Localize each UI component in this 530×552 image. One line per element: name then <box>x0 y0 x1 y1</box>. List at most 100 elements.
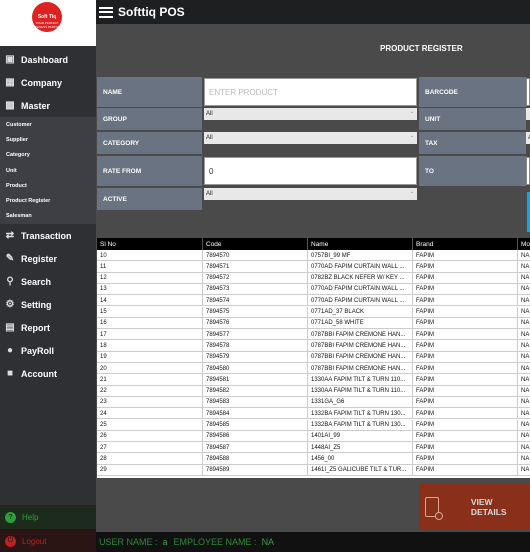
column-header-code[interactable]: Code <box>203 238 308 250</box>
master-submenu: Customer Supplier Category Unit Product … <box>0 117 96 225</box>
cell-code: 7894579 <box>203 351 308 363</box>
cell-sl-no: 29 <box>97 464 203 476</box>
cell-brand: FAPIM <box>413 408 518 420</box>
cell-sl-no: 23 <box>97 396 203 408</box>
table-row[interactable]: 23 7894583 1331GA_G6 FAPIM NA <box>97 396 530 409</box>
cell-sl-no: 12 <box>97 272 203 284</box>
cell-sl-no: 21 <box>97 374 203 386</box>
sidebar-item-company[interactable]: ▦ Company <box>0 71 96 94</box>
group-label: GROUP <box>97 108 202 130</box>
logout-button[interactable]: ⏻ Logout <box>0 529 96 552</box>
cell-code: 7894576 <box>203 317 308 329</box>
table-row[interactable]: 10 7894570 0757BI_99 MF FAPIM NA <box>97 250 530 262</box>
table-row[interactable]: 16 7894576 0771AD_58 WHITE FAPIM NA <box>97 317 530 330</box>
table-row[interactable]: 24 7894584 1332BA FAPIM TILT & TURN 130...… <box>97 408 530 420</box>
tax-label: TAX <box>419 132 526 154</box>
active-select[interactable]: All ⌄ <box>204 188 417 200</box>
submenu-item-product-register[interactable]: Product Register <box>0 193 96 208</box>
gear-icon: ⚙ <box>5 299 15 311</box>
table-row[interactable]: 28 7894588 1456_00 FAPIM NA <box>97 453 530 465</box>
table-row[interactable]: 27 7894587 1448AI_Z5 FAPIM NA <box>97 442 530 454</box>
cell-name: 0770AD FAPIM CURTAIN WALL ... <box>308 295 413 307</box>
sidebar-item-report[interactable]: ▤ Report <box>0 316 96 339</box>
cell-code: 7894587 <box>203 442 308 454</box>
rate-to-input[interactable] <box>526 157 530 185</box>
column-header-sl-no[interactable]: Sl No <box>97 238 203 250</box>
cell-sl-no: 14 <box>97 295 203 307</box>
cell-code: 7894572 <box>203 272 308 284</box>
sidebar-item-account[interactable]: ■ Account <box>0 362 96 385</box>
sidebar-item-label: Account <box>21 368 57 379</box>
cell-brand: FAPIM <box>413 374 518 386</box>
logout-label: Logout <box>22 536 47 546</box>
product-name-input[interactable]: ENTER PRODUCT <box>204 78 417 106</box>
submenu-item-customer[interactable]: Customer <box>0 117 96 132</box>
submenu-item-product[interactable]: Product <box>0 178 96 193</box>
submenu-item-salesman[interactable]: Salesman <box>0 209 96 224</box>
sidebar-item-register[interactable]: ✎ Register <box>0 247 96 270</box>
sidebar-item-setting[interactable]: ⚙ Setting <box>0 293 96 316</box>
sidebar-item-dashboard[interactable]: ▣ Dashboard <box>0 48 96 71</box>
cell-code: 7894582 <box>203 385 308 397</box>
cell-sl-no: 26 <box>97 430 203 442</box>
cell-name: 0770AD FAPIM CURTAIN WALL ... <box>308 283 413 295</box>
account-icon: ■ <box>6 368 14 380</box>
tax-select[interactable]: A <box>526 132 530 144</box>
table-row[interactable]: 17 7894577 0787BBI FAPIM CREMONE HAN... FAP… <box>97 329 530 341</box>
sidebar-item-label: Search <box>21 276 52 287</box>
table-row[interactable]: 14 7894574 0770AD FAPIM CURTAIN WALL ... FA… <box>97 295 530 307</box>
sidebar-item-transaction[interactable]: ⇄ Transaction <box>0 224 96 247</box>
table-row[interactable]: 25 7894585 1332BA FAPIM TILT & TURN 130...… <box>97 419 530 431</box>
cell-brand: FAPIM <box>413 363 518 374</box>
table-row[interactable]: 20 7894580 0787BBI FAPIM CREMONE HAN... FAP… <box>97 363 530 375</box>
sidebar-item-master[interactable]: ▩ Master <box>0 94 96 117</box>
category-select[interactable]: All ⌄ <box>204 132 417 144</box>
employee-name-label: EMPLOYEE NAME : <box>173 537 257 547</box>
column-header-model[interactable]: Mo <box>518 238 530 250</box>
table-row[interactable]: 29 7894589 1461I_Z5 GALICUBE TILT & TUR...… <box>97 464 530 476</box>
group-select[interactable]: All ⌄ <box>204 108 417 120</box>
cell-model: NA <box>518 284 530 295</box>
cell-brand: FAPIM <box>413 442 518 454</box>
submenu-item-unit[interactable]: Unit <box>0 163 96 178</box>
column-header-brand[interactable]: Brand <box>413 238 518 250</box>
rate-from-label: RATE FROM <box>97 156 202 186</box>
table-row[interactable]: 19 7894579 0787BBI FAPIM CREMONE HAN... FAP… <box>97 351 530 363</box>
cell-sl-no: 18 <box>97 340 203 352</box>
rate-from-input[interactable]: 0 <box>204 157 417 185</box>
table-row[interactable]: 21 7894581 1330AA FAPIM TILT & TURN 110...… <box>97 374 530 386</box>
cell-brand: FAPIM <box>413 464 518 476</box>
cell-brand: FAPIM <box>413 430 518 442</box>
table-row[interactable]: 12 7894572 0782BZ BLACK NEFER W/ KEY ... FA… <box>97 272 530 284</box>
table-row[interactable]: 22 7894582 1330AA FAPIM TILT & TURN 110...… <box>97 385 530 397</box>
report-icon: ▤ <box>5 322 15 334</box>
column-header-name[interactable]: Name <box>308 238 413 250</box>
sidebar-item-label: Setting <box>21 299 52 310</box>
table-row[interactable]: 15 7894575 0771AD_37 BLACK FAPIM NA <box>97 306 530 318</box>
submenu-item-category[interactable]: Category <box>0 148 96 163</box>
hamburger-menu-icon[interactable] <box>99 6 113 18</box>
view-details-button[interactable]: VIEW DETAILS <box>419 484 530 530</box>
table-row[interactable]: 26 7894586 1401AI_99 FAPIM NA <box>97 430 530 443</box>
cell-name: 0771AD_37 BLACK <box>308 306 413 318</box>
table-row[interactable]: 13 7894573 0770AD FAPIM CURTAIN WALL ... FA… <box>97 283 530 296</box>
sidebar-item-payroll[interactable]: ● PayRoll <box>0 339 96 362</box>
cell-sl-no: 11 <box>97 261 203 273</box>
page-title: PRODUCT REGISTER <box>380 44 463 53</box>
sidebar-item-search[interactable]: ⚲ Search <box>0 270 96 293</box>
cell-model: NA <box>518 307 530 318</box>
cell-model: NA <box>518 295 530 306</box>
cell-brand: FAPIM <box>413 250 518 261</box>
table-row[interactable]: 11 7894571 0770AD FAPIM CURTAIN WALL ... FA… <box>97 261 530 273</box>
cell-model: NA <box>518 386 530 397</box>
cell-name: 1332BA FAPIM TILT & TURN 130... <box>308 419 413 431</box>
submenu-item-supplier[interactable]: Supplier <box>0 132 96 147</box>
cell-name: 1401AI_99 <box>308 430 413 442</box>
barcode-input[interactable] <box>526 78 530 106</box>
cell-sl-no: 24 <box>97 408 203 420</box>
cell-name: 1332BA FAPIM TILT & TURN 130... <box>308 408 413 420</box>
table-row[interactable]: 18 7894578 0787BBI FAPIM CREMONE HAN... FAP… <box>97 340 530 352</box>
payroll-icon: ● <box>6 345 14 357</box>
help-button[interactable]: ? Help <box>0 505 96 529</box>
unit-select[interactable] <box>526 108 530 120</box>
